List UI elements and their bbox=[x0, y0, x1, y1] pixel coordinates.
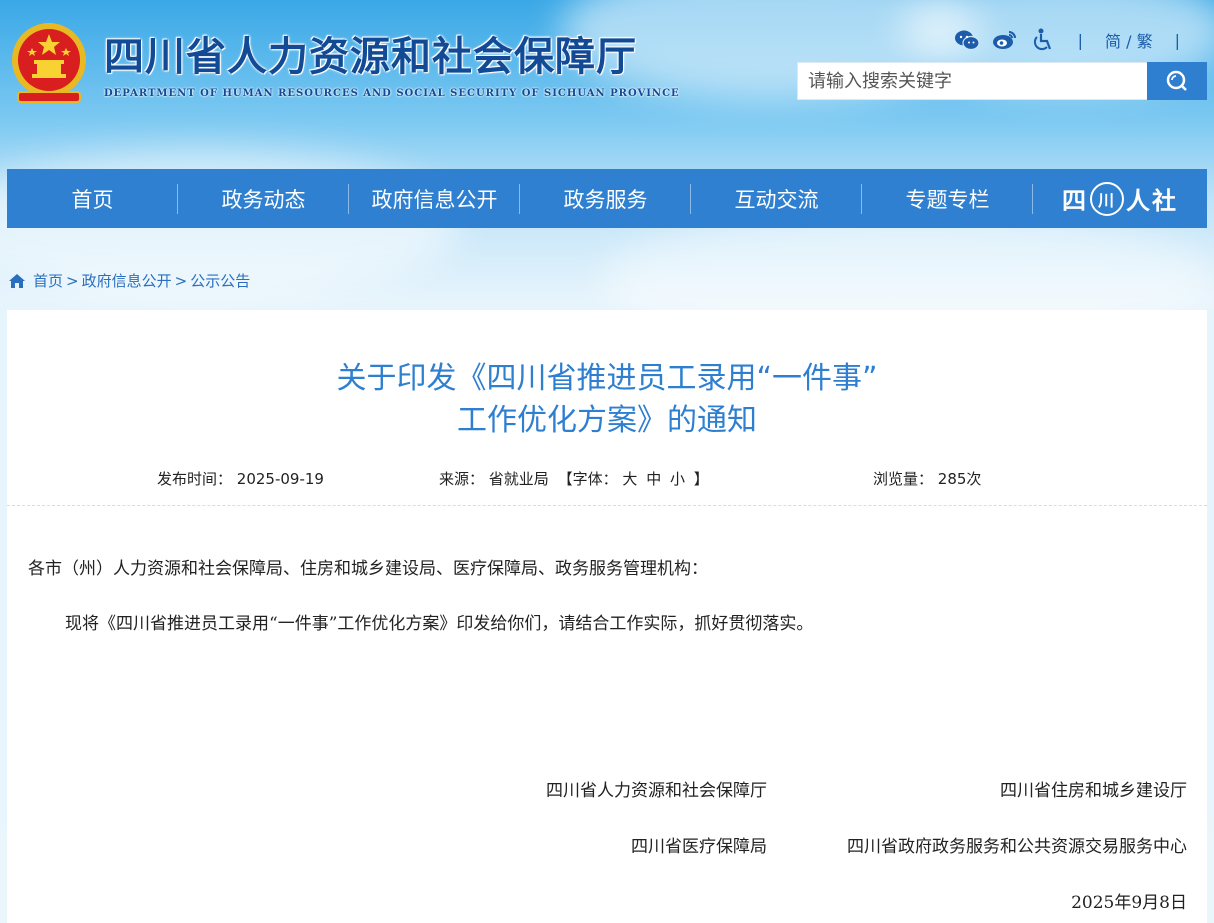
nav-home[interactable]: 首页 bbox=[7, 169, 178, 228]
article-container: 关于印发《四川省推进员工录用“一件事” 工作优化方案》的通知 发布时间： 202… bbox=[7, 310, 1207, 923]
main-nav: 首页 政务动态 政府信息公开 政务服务 互动交流 专题专栏 四 川 人社 bbox=[7, 169, 1207, 228]
nav-interaction[interactable]: 互动交流 bbox=[691, 169, 862, 228]
signer-hrss: 四川省人力资源和社会保障厅 bbox=[546, 781, 767, 801]
issue-date: 2025年9月8日 bbox=[1071, 893, 1187, 913]
signer-service-center: 四川省政府政务服务和公共资源交易服务中心 bbox=[847, 837, 1187, 857]
font-size-close: 】 bbox=[693, 470, 709, 488]
breadcrumb-information-disclosure[interactable]: 政府信息公开 bbox=[82, 270, 172, 291]
article-title: 关于印发《四川省推进员工录用“一件事” 工作优化方案》的通知 bbox=[7, 358, 1207, 442]
source-label: 来源： bbox=[439, 470, 485, 488]
font-size-medium[interactable]: 中 bbox=[646, 470, 661, 488]
article-source: 来源： 省就业局 【字体： 大 中 小 】 bbox=[439, 468, 709, 489]
breadcrumb: 首页 > 政府信息公开 > 公示公告 bbox=[8, 270, 250, 291]
wechat-icon[interactable] bbox=[954, 28, 980, 52]
meta-divider bbox=[7, 505, 1207, 506]
article-title-line1: 关于印发《四川省推进员工录用“一件事” bbox=[336, 361, 878, 396]
accessibility-icon[interactable] bbox=[1030, 28, 1056, 52]
breadcrumb-separator: > bbox=[66, 271, 79, 290]
article-paragraph: 现将《四川省推进员工录用“一件事”工作优化方案》印发给你们，请结合工作实际，抓好… bbox=[65, 614, 814, 634]
simplified-chinese-link[interactable]: 简 bbox=[1105, 32, 1121, 51]
article-title-line2: 工作优化方案》的通知 bbox=[457, 403, 757, 438]
toolbar-separator-right: | bbox=[1174, 30, 1180, 50]
view-count-value: 285次 bbox=[937, 470, 982, 488]
nav-government-services[interactable]: 政务服务 bbox=[520, 169, 691, 228]
brand-ring-char: 川 bbox=[1090, 181, 1124, 216]
article-recipients: 各市（州）人力资源和社会保障局、住房和城乡建设局、医疗保障局、政务服务管理机构： bbox=[28, 559, 708, 579]
site-subtitle: DEPARTMENT OF HUMAN RESOURCES AND SOCIAL… bbox=[104, 88, 680, 99]
brand-left-char: 四 bbox=[1062, 186, 1088, 215]
search-input[interactable] bbox=[797, 62, 1147, 100]
breadcrumb-announcements[interactable]: 公示公告 bbox=[190, 270, 250, 291]
weibo-icon[interactable] bbox=[992, 28, 1018, 52]
view-count-label: 浏览量： bbox=[873, 470, 934, 488]
font-size-small[interactable]: 小 bbox=[670, 470, 685, 488]
signer-medical: 四川省医疗保障局 bbox=[631, 837, 767, 857]
source-value: 省就业局 bbox=[488, 470, 549, 488]
language-switch: 简 / 繁 bbox=[1105, 28, 1153, 52]
nav-information-disclosure[interactable]: 政府信息公开 bbox=[349, 169, 520, 228]
signer-housing: 四川省住房和城乡建设厅 bbox=[1000, 781, 1187, 801]
top-toolbar: | 简 / 繁 | bbox=[954, 28, 1190, 52]
breadcrumb-separator: > bbox=[174, 271, 188, 290]
view-count: 浏览量： 285次 bbox=[873, 468, 981, 489]
font-size-label: 【字体： bbox=[557, 470, 618, 488]
search-bar bbox=[797, 62, 1207, 100]
nav-special-topics[interactable]: 专题专栏 bbox=[862, 169, 1033, 228]
search-button[interactable] bbox=[1147, 62, 1207, 100]
site-title: 四川省人力资源和社会保障厅 bbox=[104, 33, 637, 80]
nav-government-news[interactable]: 政务动态 bbox=[178, 169, 349, 228]
sichuan-hrss-brand[interactable]: 四 川 人社 bbox=[1033, 169, 1207, 228]
brand-right-chars: 人社 bbox=[1126, 186, 1178, 215]
breadcrumb-home[interactable]: 首页 bbox=[33, 270, 63, 291]
traditional-chinese-link[interactable]: 繁 bbox=[1137, 32, 1153, 51]
language-slash: / bbox=[1126, 32, 1132, 51]
publish-time-value: 2025-09-19 bbox=[236, 470, 324, 488]
home-icon bbox=[9, 273, 25, 288]
publish-time: 发布时间： 2025-09-19 bbox=[157, 468, 324, 489]
font-size-large[interactable]: 大 bbox=[622, 470, 637, 488]
search-icon bbox=[1166, 70, 1187, 91]
national-emblem-logo[interactable] bbox=[10, 20, 88, 108]
publish-time-label: 发布时间： bbox=[157, 470, 233, 488]
toolbar-separator: | bbox=[1077, 30, 1083, 50]
